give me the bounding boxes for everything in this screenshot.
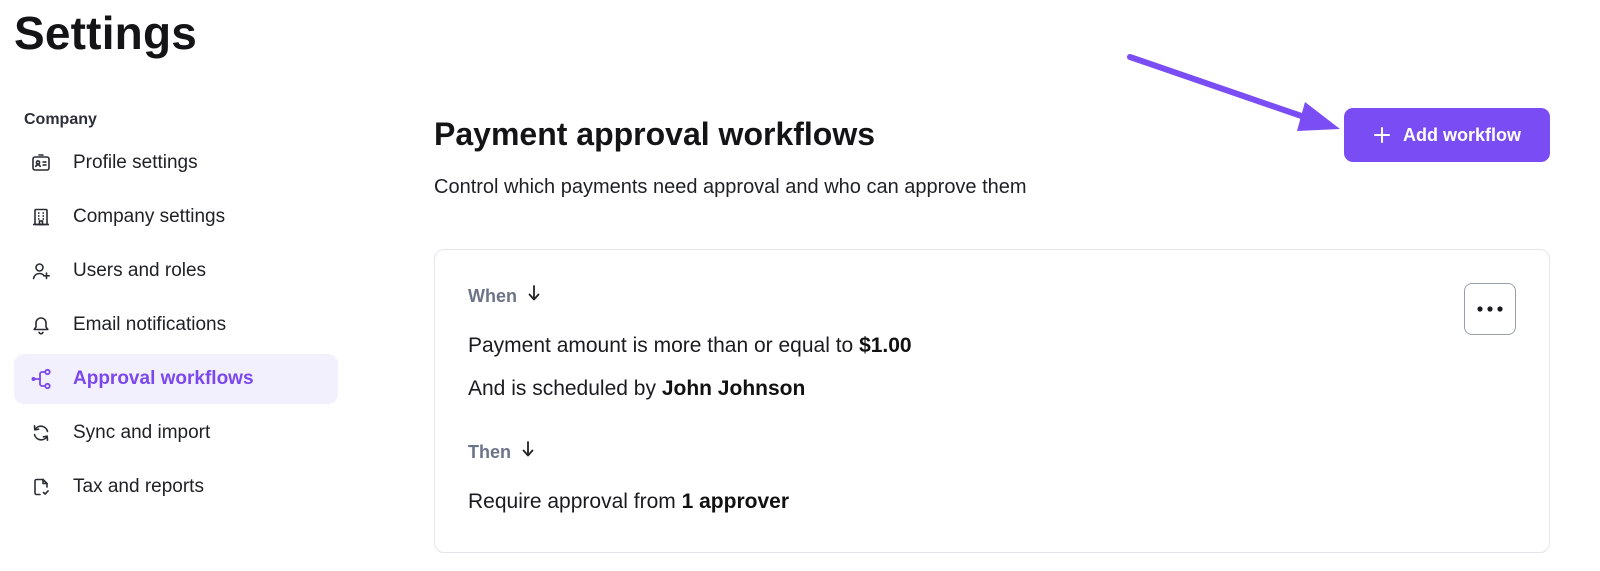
sidebar-nav: Profile settings Company settings Users … bbox=[14, 138, 338, 512]
section-title: Payment approval workflows bbox=[434, 116, 876, 152]
condition-scheduler-value: John Johnson bbox=[661, 377, 806, 400]
building-icon bbox=[30, 206, 52, 228]
then-label: Then bbox=[468, 440, 535, 464]
user-plus-icon bbox=[30, 260, 52, 282]
sidebar-item-label: Tax and reports bbox=[73, 476, 204, 497]
when-label: When bbox=[468, 284, 541, 308]
condition-amount-text: Payment amount is more than or equal to bbox=[468, 334, 854, 357]
sidebar-item-label: Approval workflows bbox=[73, 368, 254, 389]
sidebar-item-company-settings[interactable]: Company settings bbox=[14, 192, 338, 242]
sidebar-item-sync-and-import[interactable]: Sync and import bbox=[14, 408, 338, 458]
bell-icon bbox=[30, 314, 52, 336]
more-horizontal-icon bbox=[1476, 305, 1504, 313]
sidebar-item-label: Email notifications bbox=[73, 314, 227, 335]
plus-icon bbox=[1373, 126, 1391, 144]
workflow-icon bbox=[30, 368, 52, 390]
arrow-down-icon bbox=[527, 284, 541, 308]
add-workflow-label: Add workflow bbox=[1403, 124, 1521, 145]
sidebar-item-label: Profile settings bbox=[73, 152, 198, 173]
sidebar-item-tax-and-reports[interactable]: Tax and reports bbox=[14, 462, 338, 512]
then-label-text: Then bbox=[468, 441, 511, 462]
workflow-card: When Payment amount is more than or equa… bbox=[434, 249, 1550, 553]
sidebar-item-label: Company settings bbox=[73, 206, 226, 227]
condition-scheduler-text: And is scheduled by bbox=[468, 377, 656, 400]
document-icon bbox=[30, 476, 52, 498]
sidebar-item-approval-workflows[interactable]: Approval workflows bbox=[14, 354, 338, 404]
sidebar-item-profile-settings[interactable]: Profile settings bbox=[14, 138, 338, 188]
action-requirement: Require approval from 1 approver bbox=[468, 490, 789, 514]
arrow-down-icon bbox=[521, 440, 535, 464]
sync-icon bbox=[30, 422, 52, 444]
sidebar-item-email-notifications[interactable]: Email notifications bbox=[14, 300, 338, 350]
sidebar-item-label: Users and roles bbox=[73, 260, 207, 281]
condition-amount-value: $1.00 bbox=[859, 334, 912, 357]
action-value: 1 approver bbox=[681, 490, 789, 513]
settings-sidebar: Company Profile settings Company setting… bbox=[14, 108, 338, 516]
sidebar-item-label: Sync and import bbox=[73, 422, 211, 443]
page-title: Settings bbox=[14, 7, 198, 59]
action-text: Require approval from bbox=[468, 490, 676, 513]
when-label-text: When bbox=[468, 285, 517, 306]
sidebar-item-users-and-roles[interactable]: Users and roles bbox=[14, 246, 338, 296]
sidebar-section-label: Company bbox=[24, 111, 97, 128]
add-workflow-button[interactable]: Add workflow bbox=[1344, 108, 1550, 162]
condition-scheduler: And is scheduled by John Johnson bbox=[468, 377, 805, 401]
section-subtitle: Control which payments need approval and… bbox=[434, 176, 1027, 198]
id-card-icon bbox=[30, 152, 52, 174]
condition-amount: Payment amount is more than or equal to … bbox=[468, 334, 912, 358]
more-options-button[interactable] bbox=[1464, 283, 1516, 335]
